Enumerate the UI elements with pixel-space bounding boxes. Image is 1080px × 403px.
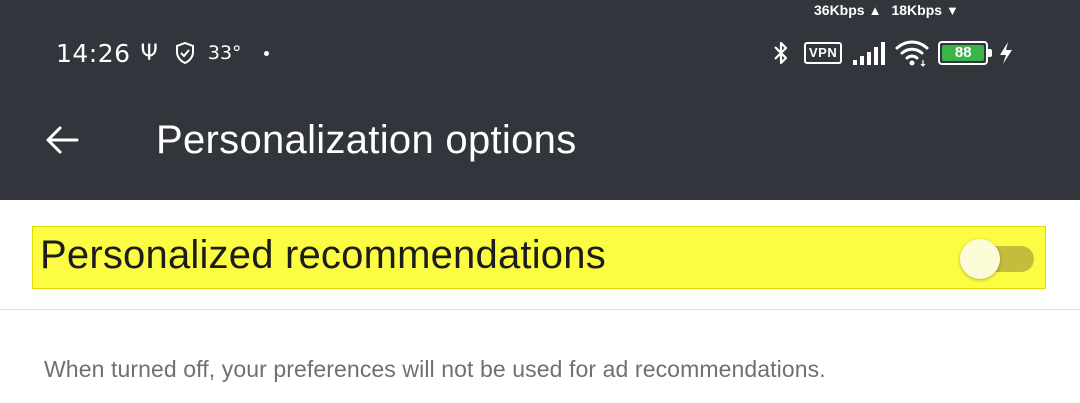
battery-level: 88 xyxy=(942,45,985,61)
arrow-back-icon xyxy=(45,125,79,160)
upload-arrow-icon: ▲ xyxy=(868,2,882,18)
battery-icon: 88 xyxy=(938,41,993,65)
toggle-thumb xyxy=(960,239,1000,279)
vpn-badge: VPN xyxy=(804,42,843,64)
charging-icon xyxy=(998,41,1014,65)
notification-dot-icon xyxy=(263,50,269,56)
status-time: 14:26 xyxy=(56,38,131,68)
temperature: 33° xyxy=(207,42,242,64)
wifi-icon xyxy=(894,38,930,68)
setting-label: Personalized recommendations xyxy=(40,233,606,277)
personalized-recommendations-row[interactable]: Personalized recommendations xyxy=(0,200,1080,310)
download-speed: 18Kbps xyxy=(891,2,943,18)
app-bar: 36Kbps ▲ 18Kbps ▼ 14:26 Ψ 33° VPN 88 Per… xyxy=(0,0,1080,200)
shield-icon xyxy=(174,41,196,65)
personalized-recommendations-toggle[interactable] xyxy=(958,239,1036,279)
download-arrow-icon: ▼ xyxy=(946,2,959,18)
page-title: Personalization options xyxy=(156,118,577,162)
back-button[interactable] xyxy=(40,120,84,164)
signal-icon xyxy=(852,40,886,66)
upload-speed: 36Kbps xyxy=(814,2,865,18)
usb-icon: Ψ xyxy=(140,40,158,66)
network-speed: 36Kbps ▲ 18Kbps ▼ xyxy=(814,2,959,18)
bluetooth-icon xyxy=(770,38,792,68)
status-bar: 14:26 Ψ 33° VPN 88 xyxy=(0,30,1080,76)
setting-description: When turned off, your preferences will n… xyxy=(44,356,826,382)
